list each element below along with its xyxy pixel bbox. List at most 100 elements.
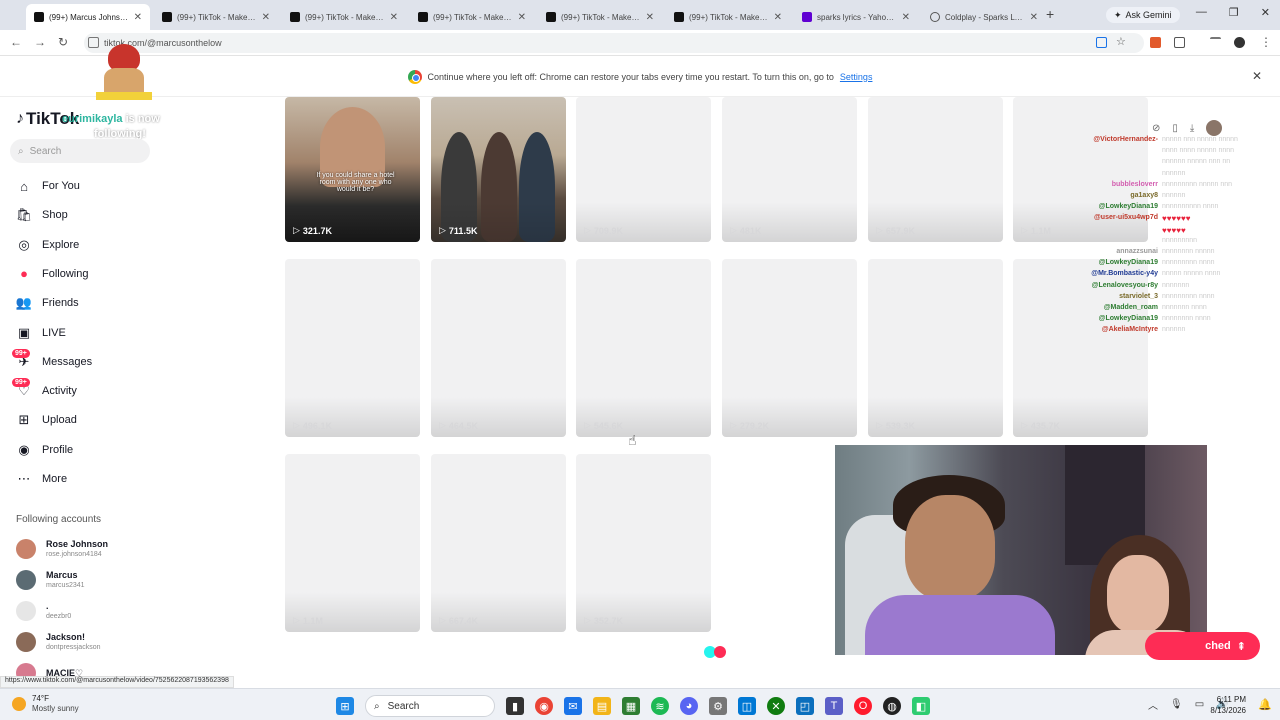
mail-icon[interactable]: ✉: [564, 697, 582, 715]
settings-gear-icon[interactable]: ⚙: [709, 697, 727, 715]
account-handle: rose.johnson4184: [46, 551, 102, 558]
sidebar-item-messages[interactable]: ✈ 99+ Messages: [12, 348, 92, 373]
video-thumbnail[interactable]: ▷ 1.1M: [285, 454, 420, 632]
close-tab-icon[interactable]: ✕: [902, 12, 910, 23]
following-account-item[interactable]: Rose Johnson rose.johnson4184: [16, 536, 108, 562]
teams-icon[interactable]: T: [825, 697, 843, 715]
start-windows-icon[interactable]: ⊞: [336, 697, 354, 715]
close-tab-icon[interactable]: ✕: [134, 12, 142, 23]
notification-bell-icon[interactable]: 🔔: [1258, 698, 1272, 711]
sidebar-item-following[interactable]: ● Following: [16, 263, 88, 285]
sidebar-item-explore[interactable]: ◎ Explore: [16, 234, 79, 256]
compass-icon[interactable]: ⊘: [1152, 123, 1160, 134]
video-thumbnail[interactable]: ▷ 279.2K: [722, 259, 857, 437]
spotify-icon[interactable]: ≋: [651, 697, 669, 715]
extensions-puzzle-icon[interactable]: [1174, 37, 1185, 48]
tab-search-icon[interactable]: [1210, 37, 1221, 48]
view-count: ▷ 545.6K: [584, 420, 623, 431]
view-count-text: 1.1M: [302, 615, 323, 626]
install-app-icon[interactable]: [1096, 37, 1107, 48]
browser-tab[interactable]: Coldplay - Sparks Lyrics ✕: [922, 4, 1046, 30]
minimize-button[interactable]: —: [1196, 6, 1207, 19]
following-account-item[interactable]: . deezbr0: [16, 598, 71, 624]
obs-icon[interactable]: ◍: [883, 697, 901, 715]
video-thumbnail[interactable]: ▷ 667.4K: [431, 454, 566, 632]
new-tab-button[interactable]: +: [1046, 6, 1054, 22]
file-explorer-icon[interactable]: ▤: [593, 697, 611, 715]
taskbar-search-icon: ⌕: [374, 700, 380, 712]
sidebar-item-upload[interactable]: ⊞ Upload: [16, 409, 77, 431]
close-tab-icon[interactable]: ✕: [262, 12, 270, 23]
outlook-icon[interactable]: ◰: [796, 697, 814, 715]
device-icon[interactable]: ▯: [1172, 123, 1178, 134]
sidebar-item-for-you[interactable]: ⌂ For You: [16, 175, 80, 197]
display-icon[interactable]: ▭: [1195, 699, 1204, 710]
download-icon[interactable]: ⤓: [1190, 123, 1194, 134]
video-thumbnail[interactable]: ▷ 711.5K: [431, 97, 566, 242]
view-count: ▷ 667.4K: [439, 615, 478, 626]
forward-button[interactable]: →: [34, 35, 46, 49]
opera-icon[interactable]: O: [854, 697, 872, 715]
xbox-icon[interactable]: ✕: [767, 697, 785, 715]
game-app-icon[interactable]: ◧: [912, 697, 930, 715]
taskbar-clock[interactable]: 6:11 PM 8/13/2026: [1206, 694, 1246, 716]
video-thumbnail[interactable]: ▷ 657.9K: [868, 97, 1003, 242]
sidebar-item-shop[interactable]: 🛍 Shop: [16, 204, 68, 226]
sidebar-item-more[interactable]: ⋯ More: [16, 468, 68, 490]
close-tab-icon[interactable]: ✕: [518, 12, 526, 23]
restore-settings-link[interactable]: Settings: [840, 72, 873, 82]
switch-account-button[interactable]: ched ⇞: [1145, 632, 1260, 660]
microphone-icon[interactable]: 🎙: [1170, 699, 1183, 710]
video-thumbnail[interactable]: ▷ 496.1K: [285, 259, 420, 437]
chat-message: starviolet_3 nnnnnnnnn nnnn: [1050, 293, 1275, 300]
video-thumbnail[interactable]: ▷ 481K: [722, 97, 857, 242]
extension-icon[interactable]: [1150, 37, 1161, 48]
browser-tab[interactable]: sparks lyrics - Yahoo Search ✕: [794, 4, 918, 30]
browser-tab[interactable]: (99+) TikTok - Make Your Day ✕: [666, 4, 790, 30]
browser-tab[interactable]: (99+) TikTok - Make Your Day ✕: [538, 4, 662, 30]
minecraft-icon[interactable]: ▦: [622, 697, 640, 715]
video-thumbnail[interactable]: ▷ 464.5K: [431, 259, 566, 437]
task-view-icon[interactable]: ▮: [506, 697, 524, 715]
browser-tab[interactable]: (99+) Marcus Johnson (@marcusonthelow) ✕: [26, 4, 150, 30]
sidebar-item-profile[interactable]: ◉ Profile: [16, 439, 73, 461]
close-tab-icon[interactable]: ✕: [1030, 12, 1038, 23]
close-tab-icon[interactable]: ✕: [390, 12, 398, 23]
browser-tab[interactable]: (99+) TikTok - Make Your Day ✕: [154, 4, 278, 30]
chevron-up-tray-icon[interactable]: ︿: [1148, 697, 1158, 712]
video-thumbnail[interactable]: If you could share a hotel room with any…: [285, 97, 420, 242]
browser-tab[interactable]: (99+) TikTok - Make Your Day ✕: [282, 4, 406, 30]
play-icon: ▷: [584, 420, 591, 430]
tiktok-sidebar: ♪ TikTok eurimikayla is now following! ⌕…: [0, 97, 270, 683]
store-icon[interactable]: ◫: [738, 697, 756, 715]
user-avatar[interactable]: [1206, 120, 1223, 136]
address-bar[interactable]: tiktok.com/@marcusonthelow: [84, 33, 1144, 53]
bookmark-star-icon[interactable]: ☆: [1116, 35, 1126, 48]
close-window-button[interactable]: ✕: [1261, 6, 1270, 19]
discord-icon[interactable]: ◕: [680, 697, 698, 715]
back-button[interactable]: ←: [10, 35, 22, 49]
chrome-menu-icon[interactable]: ⋮: [1260, 35, 1272, 49]
profile-avatar-icon[interactable]: [1234, 37, 1245, 48]
close-infobar-icon[interactable]: ✕: [1252, 69, 1262, 83]
chrome-taskbar-icon[interactable]: ◉: [535, 697, 553, 715]
reload-button[interactable]: ↻: [58, 35, 68, 49]
video-thumbnail[interactable]: ▷ 545.6K: [576, 259, 711, 437]
tab-title: (99+) TikTok - Make Your Day: [689, 12, 769, 22]
sidebar-item-activity[interactable]: ♡ 99+ Activity: [12, 378, 77, 402]
ask-gemini-button[interactable]: ✦ Ask Gemini: [1106, 7, 1180, 23]
video-thumbnail[interactable]: ▷ 709.9K: [576, 97, 711, 242]
sidebar-item-live[interactable]: ▣ LIVE: [16, 322, 66, 344]
search-input[interactable]: ⌕ Search: [10, 139, 150, 163]
maximize-button[interactable]: ❐: [1229, 6, 1239, 19]
close-tab-icon[interactable]: ✕: [774, 12, 782, 23]
video-thumbnail[interactable]: ▷ 352.7K: [576, 454, 711, 632]
close-tab-icon[interactable]: ✕: [646, 12, 654, 23]
browser-tab[interactable]: (99+) TikTok - Make Your Day ✕: [410, 4, 534, 30]
sidebar-item-friends[interactable]: 👥 Friends: [16, 292, 79, 314]
video-thumbnail[interactable]: ▷ 539.3K: [868, 259, 1003, 437]
following-account-item[interactable]: Marcus marcus2341: [16, 567, 85, 593]
following-account-item[interactable]: Jackson! dontpressjackson: [16, 629, 100, 655]
weather-widget[interactable]: 74°F Mostly sunny: [12, 694, 79, 714]
taskbar-search[interactable]: ⌕ Search: [365, 695, 495, 717]
